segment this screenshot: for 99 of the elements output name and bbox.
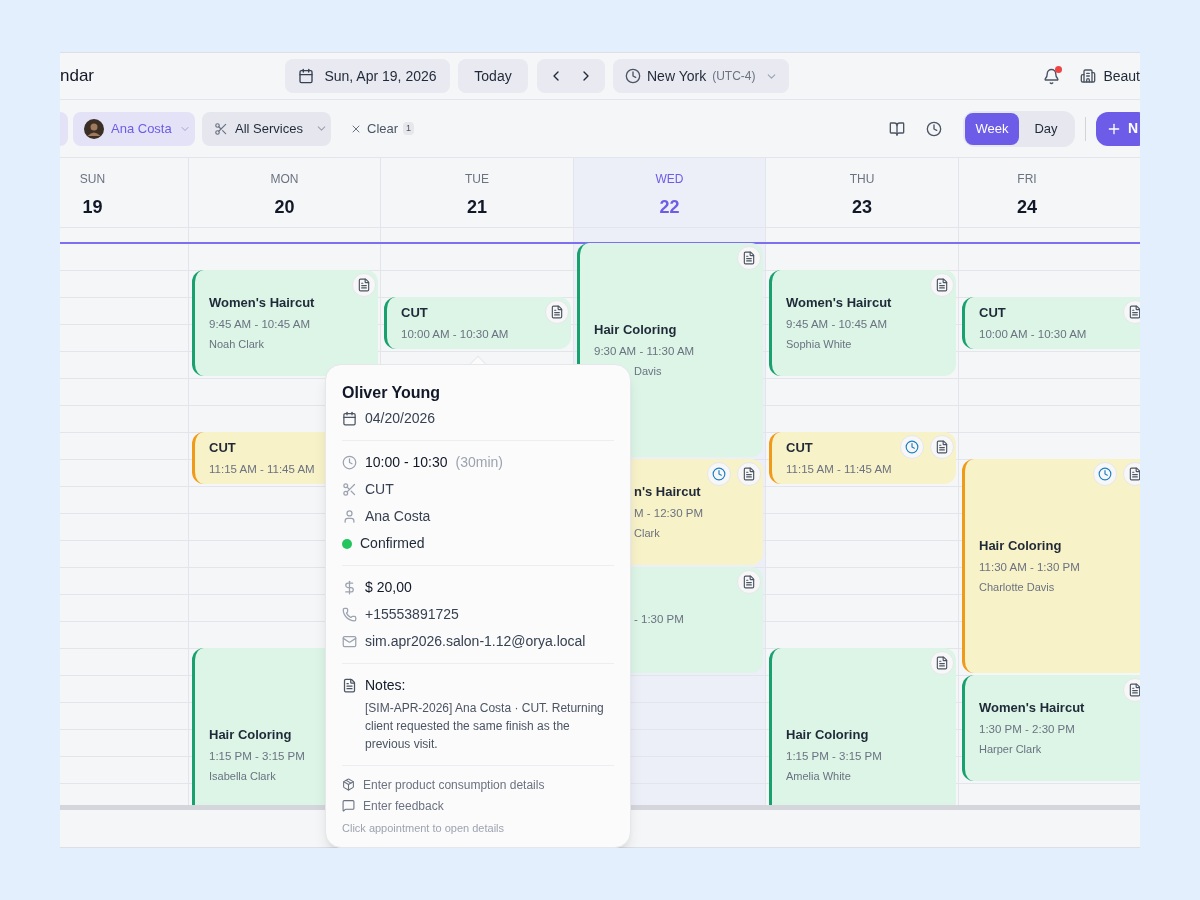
appointment-card[interactable]: Women's Haircut 9:45 AM - 10:45 AM Noah Clark — [192, 270, 378, 376]
hint-text: Click appointment to open details — [342, 821, 505, 836]
client-name: Clark — [634, 526, 660, 542]
note-icon[interactable] — [1123, 678, 1140, 702]
note-icon[interactable] — [545, 300, 569, 324]
service-title: Women's Haircut — [786, 294, 892, 313]
note-icon[interactable] — [930, 273, 954, 297]
day-header[interactable]: FRI 24 — [959, 158, 1140, 227]
mail-icon — [342, 634, 357, 649]
time-range: 11:30 AM - 1:30 PM — [979, 559, 1080, 575]
appointment-card[interactable]: Hair Coloring 1:15 PM - 3:15 PM Amelia White — [769, 648, 956, 805]
calendar-icon — [298, 68, 315, 84]
client-name: Amelia White — [786, 769, 851, 785]
package-icon — [342, 778, 355, 791]
note-icon[interactable] — [737, 246, 761, 270]
time-range: 1:15 PM - 3:15 PM — [209, 748, 305, 764]
appointment-date: 04/20/2026 — [365, 409, 436, 428]
day-header[interactable]: THU 23 — [766, 158, 959, 227]
note-icon[interactable] — [1123, 462, 1140, 486]
document-icon — [342, 678, 357, 693]
appointment-card[interactable]: Women's Haircut 1:30 PM - 2:30 PM Harper Clark — [962, 675, 1140, 781]
time-range: 11:15 AM - 11:45 AM — [786, 461, 892, 477]
note-icon[interactable] — [737, 570, 761, 594]
staff-filter[interactable]: Ana Costa — [73, 111, 195, 146]
book-icon[interactable] — [889, 120, 905, 137]
time-range: 10:00 AM - 10:30 AM — [979, 326, 1087, 342]
note-icon[interactable] — [737, 462, 761, 486]
building-icon[interactable] — [1080, 68, 1097, 84]
client-name: Oliver Young — [342, 383, 441, 403]
client-name: Isabella Clark — [209, 769, 276, 785]
phone-icon — [342, 607, 357, 622]
dollar-icon — [342, 580, 357, 595]
filter-count: 1 — [403, 121, 415, 136]
clock-icon — [342, 455, 357, 470]
person-icon — [342, 509, 357, 524]
service-title: CUT — [401, 304, 428, 323]
note-icon[interactable] — [352, 273, 376, 297]
appointment-card[interactable]: CUT 11:15 AM - 11:45 AM — [769, 432, 956, 484]
services-filter[interactable]: All Services — [202, 111, 331, 146]
time-range: 11:15 AM - 11:45 AM — [209, 461, 315, 477]
notification-bell-icon[interactable] — [1043, 67, 1061, 85]
appointment-card[interactable]: CUT 10:00 AM - 10:30 AM — [384, 297, 571, 349]
scissors-icon — [342, 482, 357, 497]
time-range: 1:15 PM - 3:15 PM — [786, 748, 882, 764]
service-title: Hair Coloring — [979, 537, 1062, 556]
appointment-card[interactable]: Women's Haircut 9:45 AM - 10:45 AM Sophia White — [769, 270, 956, 376]
time-range: 1:30 PM - 2:30 PM — [979, 721, 1075, 737]
service-title: Women's Haircut — [209, 294, 315, 313]
service-title: CUT — [209, 439, 236, 458]
status-label: Confirmed — [360, 534, 425, 553]
new-appointment-button[interactable]: N — [1096, 111, 1140, 146]
staff-name: Ana Costa — [365, 507, 431, 526]
timezone-selector[interactable]: New York (UTC-4) — [613, 59, 789, 93]
client-name: Charlotte Davis — [979, 580, 1055, 596]
price: $ 20,00 — [365, 578, 412, 597]
client-name: Davis — [634, 364, 662, 380]
notes-text: [SIM-APR-2026] Ana Costa · CUT. Returning client requested the same finish as the previous visit. — [365, 700, 605, 753]
appointment-card[interactable]: Hair Coloring 11:30 AM - 1:30 PM Charlotte Davis — [962, 459, 1140, 673]
clear-filters-button[interactable]: Clear 1 — [350, 113, 415, 144]
action-link[interactable]: Enter product consumption details — [363, 775, 545, 794]
page-title: ndar — [60, 65, 96, 88]
note-icon[interactable] — [930, 435, 954, 459]
note-icon[interactable] — [1123, 300, 1140, 324]
phone-number: +15553891725 — [365, 605, 459, 624]
appointment-card[interactable]: CUT 10:00 AM - 10:30 AM — [962, 297, 1140, 349]
service-title: CUT — [786, 439, 813, 458]
view-tab[interactable]: Week — [965, 112, 1019, 145]
service-title: Hair Coloring — [786, 726, 869, 745]
time-range: 9:45 AM - 10:45 AM — [786, 316, 887, 332]
time-range: 9:30 AM - 11:30 AM — [594, 343, 695, 359]
time-range: 9:45 AM - 10:45 AM — [209, 316, 310, 332]
clock-icon[interactable] — [926, 120, 942, 137]
chat-bubble-icon — [342, 799, 355, 812]
action-link[interactable]: Enter feedback — [363, 796, 444, 815]
time-range: - 1:30 PM — [634, 612, 684, 628]
calendar-icon — [342, 411, 357, 426]
today-button[interactable]: Today — [458, 59, 528, 93]
client-name: Noah Clark — [209, 337, 265, 353]
scissors-icon — [214, 121, 228, 136]
day-header[interactable]: SUN 19 — [60, 158, 189, 227]
service-title: CUT — [979, 304, 1006, 323]
duration: (30min) — [455, 453, 503, 472]
view-tab[interactable]: Day — [1019, 112, 1073, 145]
avatar-icon — [84, 118, 104, 139]
day-header[interactable]: WED 22 — [574, 158, 766, 227]
service-title: Hair Coloring — [594, 321, 677, 340]
notes-label: Notes: — [365, 676, 406, 695]
clock-icon — [625, 68, 641, 84]
service-title: n's Haircut — [634, 483, 701, 502]
date-picker-button[interactable]: Sun, Apr 19, 2026 — [285, 59, 450, 93]
service-title: Women's Haircut — [979, 699, 1085, 718]
time-range: M - 12:30 PM — [634, 505, 704, 521]
day-header[interactable]: MON 20 — [189, 158, 381, 227]
client-name: Sophia White — [786, 337, 852, 353]
business-name[interactable]: Beaut — [1103, 65, 1140, 87]
service-title: Hair Coloring — [209, 726, 292, 745]
client-name: Harper Clark — [979, 742, 1042, 758]
note-icon[interactable] — [930, 651, 954, 675]
time-range: 10:00 AM - 10:30 AM — [401, 326, 509, 342]
